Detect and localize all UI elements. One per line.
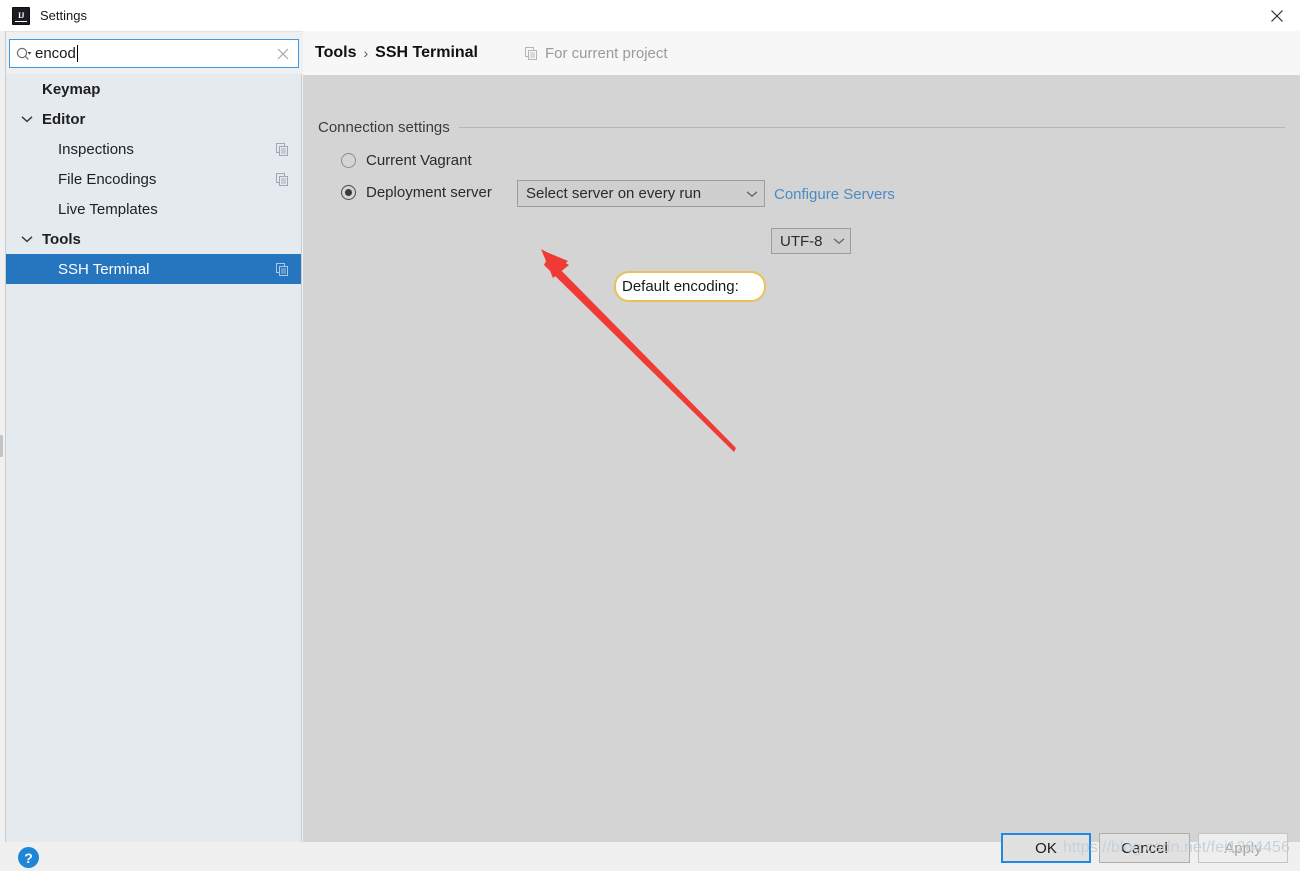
radio-label: Current Vagrant: [366, 152, 472, 169]
settings-search-box[interactable]: encod: [9, 39, 299, 68]
encoding-dropdown-value: UTF-8: [780, 232, 823, 250]
close-icon: [1271, 9, 1283, 22]
group-divider: [458, 127, 1285, 128]
close-button[interactable]: [1254, 0, 1300, 31]
sidebar-item-label: SSH Terminal: [58, 260, 150, 278]
sidebar-item-file-encodings[interactable]: File Encodings: [6, 164, 301, 194]
project-scope-icon: [275, 142, 289, 156]
breadcrumb-separator: ›: [363, 45, 369, 61]
sidebar-item-inspections[interactable]: Inspections: [6, 134, 301, 164]
radio-button-icon[interactable]: [341, 153, 356, 168]
chevron-down-icon[interactable]: [740, 190, 764, 198]
radio-current-vagrant[interactable]: Current Vagrant: [341, 153, 472, 168]
sidebar-item-live-templates[interactable]: Live Templates: [6, 194, 301, 224]
sidebar-item-label: Live Templates: [58, 200, 158, 218]
text-caret: [76, 45, 78, 62]
radio-label: Deployment server: [366, 184, 492, 201]
project-scope-icon: [275, 262, 289, 276]
title-bar: IJ Settings: [0, 0, 1300, 32]
sidebar-item-tools[interactable]: Tools: [6, 224, 301, 254]
encoding-dropdown[interactable]: UTF-8: [771, 228, 851, 254]
app-icon-label: IJ: [17, 10, 25, 20]
group-title: Connection settings: [318, 119, 450, 136]
project-scope-icon: [275, 172, 289, 186]
scope-note: For current project: [525, 46, 668, 61]
sidebar-item-editor[interactable]: Editor: [6, 104, 301, 134]
chevron-down-icon[interactable]: [20, 232, 34, 246]
watermark: https://blog.csdn.net/fei1264456: [1063, 839, 1290, 856]
settings-content: Tools › SSH Terminal For current project: [303, 31, 1300, 842]
sidebar-item-label: Tools: [42, 230, 81, 248]
radio-button-icon[interactable]: [341, 185, 356, 200]
clear-search-icon[interactable]: [275, 46, 291, 62]
server-dropdown[interactable]: Select server on every run: [517, 180, 765, 207]
sidebar-item-label: Inspections: [58, 140, 134, 158]
configure-servers-link[interactable]: Configure Servers: [774, 187, 895, 202]
sidebar-item-label: File Encodings: [58, 170, 157, 188]
sidebar-item-label: Keymap: [42, 80, 101, 98]
search-input[interactable]: encod: [35, 46, 76, 61]
chevron-down-icon[interactable]: [20, 112, 34, 126]
breadcrumb-current: SSH Terminal: [375, 44, 478, 61]
scope-note-label: For current project: [545, 44, 668, 62]
settings-dialog: IJ Settings encod Keymap Editor Inspecti…: [0, 0, 1300, 871]
default-encoding-label: Default encoding:: [622, 278, 739, 295]
breadcrumb-parent[interactable]: Tools: [315, 45, 356, 61]
content-header: Tools › SSH Terminal For current project: [303, 31, 1300, 75]
radio-deployment-server[interactable]: Deployment server: [341, 185, 492, 200]
sidebar-item-keymap[interactable]: Keymap: [6, 74, 301, 104]
breadcrumb: Tools › SSH Terminal: [315, 45, 478, 61]
connection-settings-group: Connection settings: [318, 120, 1285, 135]
window-title: Settings: [40, 8, 87, 23]
sidebar-item-ssh-terminal[interactable]: SSH Terminal: [6, 254, 301, 284]
server-dropdown-value: Select server on every run: [526, 185, 702, 202]
connection-settings-panel: Connection settings Current Vagrant Depl…: [303, 75, 1300, 842]
sidebar-item-label: Editor: [42, 110, 86, 128]
help-button[interactable]: ?: [18, 847, 39, 868]
project-scope-icon: [525, 46, 538, 60]
settings-tree[interactable]: Keymap Editor Inspections File Encodings…: [6, 74, 302, 842]
rail-drag-handle[interactable]: [0, 435, 3, 457]
intellij-app-icon: IJ: [12, 6, 30, 25]
search-icon: [16, 46, 34, 62]
chevron-down-icon[interactable]: [828, 237, 850, 245]
